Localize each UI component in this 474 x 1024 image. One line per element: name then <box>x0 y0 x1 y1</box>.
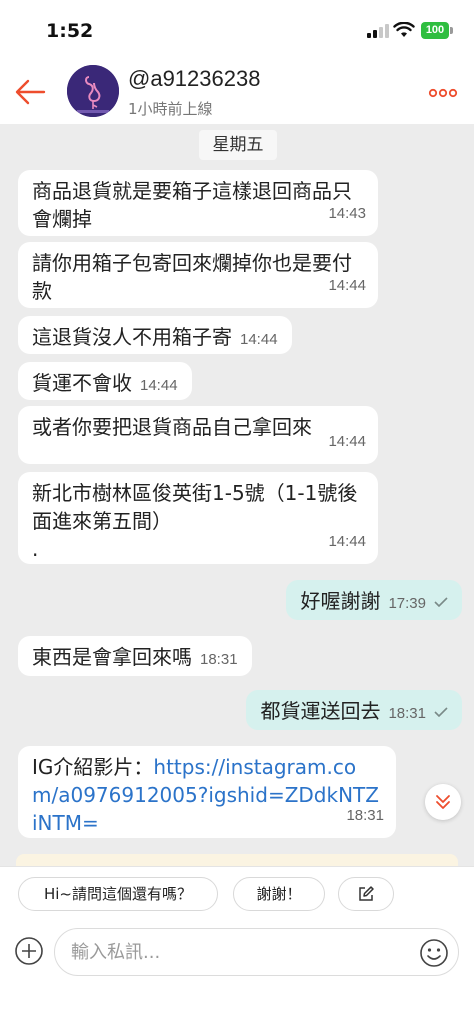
message-text: 貨運不會收 <box>32 371 132 395</box>
message-bubble-incoming[interactable]: 或者你要把退貨商品自己拿回來 14:44 <box>18 406 378 464</box>
quick-reply-bar: Hi~請問這個還有嗎？ 謝謝！ <box>0 866 474 920</box>
double-chevron-down-icon[interactable] <box>425 784 461 820</box>
message-input[interactable] <box>54 928 459 976</box>
signal-icon <box>367 24 389 38</box>
message-time: 14:43 <box>328 205 366 222</box>
message-text: 商品退貨就是要箱子這樣退回商品只會爛掉 <box>32 179 352 231</box>
message-text: 請你用箱子包寄回來爛掉你也是要付款 <box>32 251 352 303</box>
message-time: 14:44 <box>140 377 178 394</box>
message-bubble-incoming[interactable]: 東西是會拿回來嗎 18:31 <box>18 636 252 676</box>
message-text: 或者你要把退貨商品自己拿回來 <box>32 415 312 439</box>
message-time: 18:31 <box>388 705 426 722</box>
message-text: 都貨運送回去 <box>260 699 381 723</box>
message-bubble-outgoing[interactable]: 好喔謝謝 17:39 <box>286 580 462 620</box>
message-time: 14:44 <box>328 533 366 550</box>
edit-quick-replies-button[interactable] <box>338 877 394 911</box>
read-check-icon <box>434 707 448 717</box>
message-time: 17:39 <box>388 595 426 612</box>
chat-area[interactable]: 星期五 商品退貨就是要箱子這樣退回商品只會爛掉 14:43 請你用箱子包寄回來爛… <box>0 124 474 866</box>
message-bubble-incoming[interactable]: 請你用箱子包寄回來爛掉你也是要付款 14:44 <box>18 242 378 308</box>
message-bubble-outgoing[interactable]: 都貨運送回去 18:31 <box>246 690 462 730</box>
more-dots-icon[interactable] <box>428 86 458 100</box>
message-bubble-incoming[interactable]: 這退貨沒人不用箱子寄 14:44 <box>18 316 292 354</box>
battery-icon: 100 <box>421 22 449 39</box>
smiley-icon[interactable] <box>419 938 449 968</box>
plus-circle-icon[interactable] <box>14 936 44 966</box>
message-bubble-incoming[interactable]: 貨運不會收 14:44 <box>18 362 192 400</box>
message-time: 14:44 <box>328 433 366 450</box>
message-time: 14:44 <box>328 277 366 294</box>
chat-header: @a91236238 1小時前上線 <box>0 56 474 124</box>
message-text: 這退貨沒人不用箱子寄 <box>32 325 232 349</box>
message-time: 18:31 <box>346 807 384 824</box>
back-arrow-icon[interactable] <box>10 72 50 112</box>
last-seen-status: 1小時前上線 <box>128 100 213 118</box>
read-check-icon <box>434 597 448 607</box>
message-time: 14:44 <box>240 331 278 348</box>
input-bar <box>0 920 474 1024</box>
wifi-icon <box>393 22 415 37</box>
message-bubble-incoming[interactable]: 商品退貨就是要箱子這樣退回商品只會爛掉 14:43 <box>18 170 378 236</box>
status-bar: 1:52 100 <box>0 0 474 56</box>
flamingo-logo <box>67 65 119 117</box>
battery-tip <box>450 27 453 34</box>
quick-reply-chip[interactable]: Hi~請問這個還有嗎？ <box>18 877 218 911</box>
message-text: IG介紹影片： <box>32 755 154 779</box>
quick-reply-chip[interactable]: 謝謝！ <box>233 877 325 911</box>
message-text: 東西是會拿回來嗎 <box>32 645 192 669</box>
status-time: 1:52 <box>46 20 94 42</box>
message-time: 18:31 <box>200 651 238 668</box>
message-text-line: . <box>32 537 39 561</box>
message-bubble-incoming[interactable]: 新北市樹林區俊英街1-5號（1-1號後面進來第五間） . 14:44 <box>18 472 378 564</box>
notice-banner <box>16 854 458 866</box>
avatar[interactable] <box>67 65 119 117</box>
day-separator: 星期五 <box>199 130 277 160</box>
message-text: 好喔謝謝 <box>300 589 381 613</box>
message-text: 新北市樹林區俊英街1-5號（1-1號後面進來第五間） <box>32 481 358 533</box>
contact-name[interactable]: @a91236238 <box>128 66 260 92</box>
message-bubble-incoming[interactable]: IG介紹影片：https://instagram.com/a0976912005… <box>18 746 396 838</box>
edit-icon <box>359 886 374 901</box>
